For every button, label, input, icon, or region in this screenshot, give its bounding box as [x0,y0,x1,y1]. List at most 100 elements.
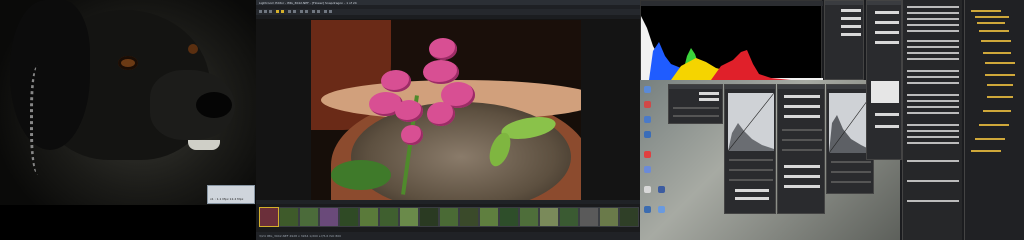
panel-titlebar[interactable] [725,85,775,89]
compare-icon[interactable] [317,10,320,13]
value-field[interactable] [841,9,861,12]
panel-titlebar[interactable] [778,85,824,89]
value-field[interactable] [784,175,820,178]
panel-titlebar[interactable] [825,1,863,5]
metadata-row[interactable] [907,112,959,114]
value-field[interactable] [735,189,769,192]
slider[interactable] [782,139,822,141]
slider[interactable] [782,129,822,131]
value-field[interactable] [699,98,719,101]
fullscreen-icon[interactable] [324,10,327,13]
crop-icon[interactable] [312,10,315,13]
settings-icon[interactable] [644,206,651,213]
value-field[interactable] [875,41,899,44]
tree-folder-row[interactable] [975,16,1009,18]
value-field[interactable] [699,92,719,95]
filmstrip-thumbnail[interactable] [319,207,339,227]
metadata-row[interactable] [907,24,959,26]
tree-folder-row[interactable] [979,30,1009,32]
shortcut-icon[interactable] [658,206,665,213]
slider[interactable] [673,115,719,117]
filmstrip-thumbnail[interactable] [359,207,379,227]
metadata-row[interactable] [907,160,959,162]
panel-titlebar[interactable] [867,1,901,5]
slider[interactable] [729,159,773,161]
value-field[interactable] [841,33,861,36]
filmstrip-thumbnail[interactable] [419,207,439,227]
info-icon[interactable] [329,10,332,13]
value-field[interactable] [841,25,861,28]
slider[interactable] [831,181,871,183]
metadata-row[interactable] [907,6,959,8]
filmstrip-thumbnail[interactable] [439,207,459,227]
main-photo-snapdragon[interactable] [311,20,581,200]
zoom-in-icon[interactable] [300,10,303,13]
filmstrip-thumbnail[interactable] [619,207,639,227]
info-popup[interactable]: x1 : 1.1 Mpx 12.4 Mpx [207,185,255,204]
tree-folder-row[interactable] [977,22,1005,24]
folder-icon[interactable] [644,166,651,173]
metadata-row[interactable] [907,18,959,20]
tree-folder-row[interactable] [975,138,1005,140]
filmstrip-thumbnail[interactable] [539,207,559,227]
filmstrip-thumbnail[interactable] [519,207,539,227]
save-icon[interactable] [264,10,267,13]
filmstrip-thumbnail[interactable] [579,207,599,227]
photo-app-icon[interactable] [644,186,651,193]
value-field[interactable] [784,165,820,168]
metadata-row[interactable] [907,100,959,102]
filmstrip-thumbnail[interactable] [399,207,419,227]
metadata-row[interactable] [907,130,959,132]
metadata-row[interactable] [907,106,959,108]
metadata-row[interactable] [907,70,959,72]
tree-folder-row[interactable] [983,110,1011,112]
slider[interactable] [673,107,719,109]
browser-icon[interactable] [644,131,651,138]
metadata-row[interactable] [907,52,959,54]
metadata-row[interactable] [907,94,959,96]
filmstrip-thumbnail[interactable] [559,207,579,227]
value-field[interactable] [875,113,899,116]
print-icon[interactable] [269,10,272,13]
metadata-row[interactable] [907,142,959,144]
value-field[interactable] [784,185,820,188]
curve-graph[interactable] [728,93,774,151]
tree-folder-row[interactable] [987,84,1013,86]
star-icon[interactable] [281,10,284,13]
value-field[interactable] [784,95,820,98]
computer-icon[interactable] [644,101,651,108]
slider[interactable] [831,161,871,163]
value-field[interactable] [875,21,899,24]
metadata-row[interactable] [907,58,959,60]
value-field[interactable] [784,115,820,118]
metadata-row[interactable] [907,180,959,182]
metadata-row[interactable] [907,30,959,32]
value-field[interactable] [875,31,899,34]
recycle-bin-icon[interactable] [644,86,651,93]
tree-folder-row[interactable] [987,96,1013,98]
metadata-row[interactable] [907,124,959,126]
slider[interactable] [831,171,871,173]
tree-folder-row[interactable] [985,74,1015,76]
metadata-row[interactable] [907,40,959,42]
viewer-tabbar[interactable] [256,15,640,19]
mail-icon[interactable] [644,151,651,158]
filmstrip-thumbnail[interactable] [379,207,399,227]
metadata-row[interactable] [907,76,959,78]
tree-folder-row[interactable] [983,52,1011,54]
tree-folder-row[interactable] [979,124,1009,126]
rotate-right-icon[interactable] [293,10,296,13]
metadata-row[interactable] [907,200,959,202]
tree-folder-row[interactable] [985,62,1015,64]
metadata-row[interactable] [907,12,959,14]
zoom-out-icon[interactable] [305,10,308,13]
filmstrip-thumbnail[interactable] [479,207,499,227]
metadata-row[interactable] [907,82,959,84]
tree-folder-row[interactable] [971,10,1001,12]
filmstrip-thumbnail[interactable] [599,207,619,227]
value-field[interactable] [875,11,899,14]
value-field[interactable] [784,105,820,108]
slider[interactable] [729,179,773,181]
filmstrip-thumbnail[interactable] [459,207,479,227]
open-icon[interactable] [259,10,262,13]
